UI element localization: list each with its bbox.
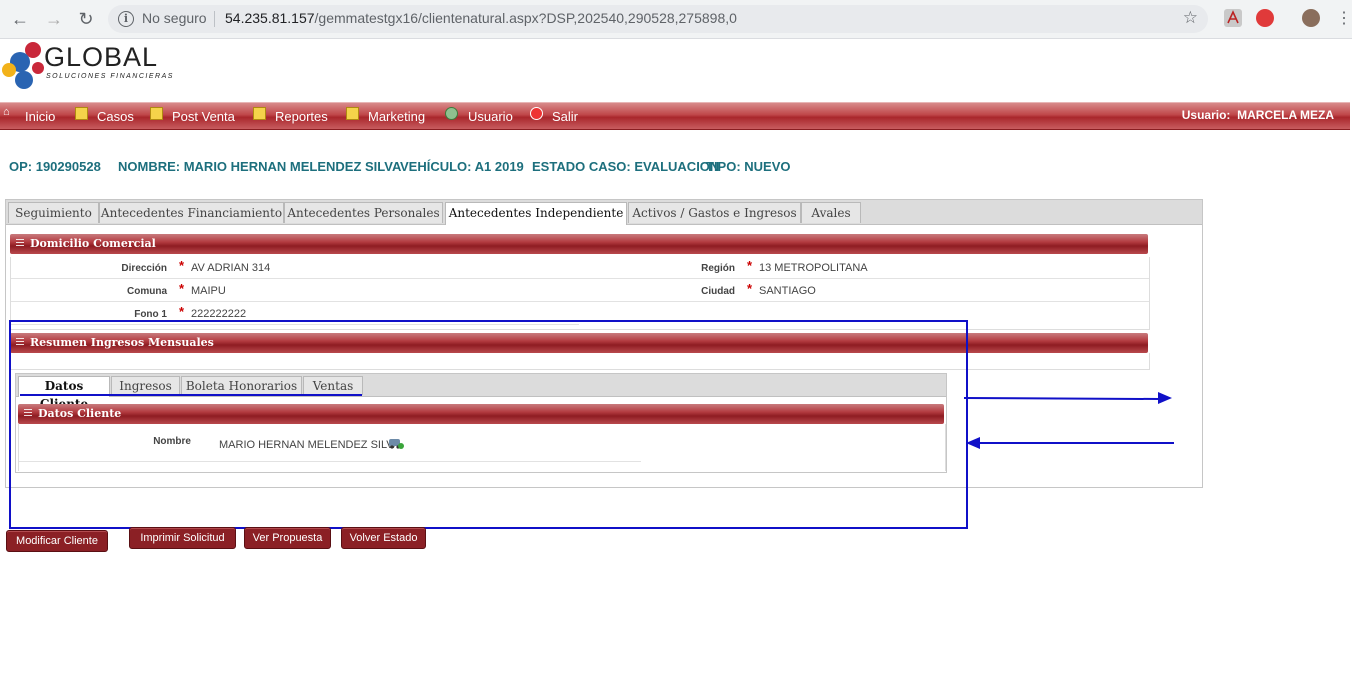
case-estado: ESTADO CASO: EVALUACION xyxy=(532,159,720,174)
required-mark: * xyxy=(179,281,185,296)
logo-mark-icon xyxy=(2,42,44,89)
volver-estado-button[interactable]: Volver Estado xyxy=(341,527,426,549)
folder-icon xyxy=(150,107,163,120)
logo-subtitle: SOLUCIONES FINANCIERAS xyxy=(46,73,174,80)
row-divider xyxy=(11,301,1149,302)
exit-icon xyxy=(530,107,543,120)
tab-antecedentes-independiente[interactable]: Antecedentes Independiente xyxy=(445,202,627,225)
required-mark: * xyxy=(179,258,185,273)
user-name: MARCELA MEZA xyxy=(1237,108,1334,122)
user-prefix: Usuario: xyxy=(1181,108,1231,122)
tab-seguimiento[interactable]: Seguimiento xyxy=(8,202,99,223)
folder-icon xyxy=(253,107,266,120)
menu-item-salir[interactable]: Salir xyxy=(552,109,578,124)
grip-icon xyxy=(16,239,24,248)
fono-value[interactable]: 222222222 xyxy=(191,308,246,320)
region-label: Región xyxy=(701,263,735,274)
direccion-label: Dirección xyxy=(121,263,167,274)
url-separator xyxy=(214,11,215,27)
folder-icon xyxy=(346,107,359,120)
info-icon[interactable]: i xyxy=(118,11,134,27)
case-tipo: TIPO: NUEVO xyxy=(706,159,791,174)
menu-item-usuario[interactable]: Usuario xyxy=(468,109,513,124)
direccion-value[interactable]: AV ADRIAN 314 xyxy=(191,262,270,274)
logo-name: GLOBAL xyxy=(44,42,159,72)
profile-avatar[interactable] xyxy=(1302,9,1320,27)
current-user: Usuario: MARCELA MEZA xyxy=(1182,108,1334,122)
global-logo: GLOBAL SOLUCIONES FINANCIERAS xyxy=(0,40,180,102)
arrowhead-left-icon xyxy=(966,437,980,449)
more-menu-icon[interactable]: ⋮ xyxy=(1332,7,1352,31)
reload-icon[interactable]: ↻ xyxy=(74,7,98,31)
ciudad-label: Ciudad xyxy=(701,286,735,297)
back-arrow-icon[interactable]: ← xyxy=(8,7,32,31)
address-bar[interactable]: i No seguro 54.235.81.157/gemmatestgx16/… xyxy=(108,5,1208,33)
menu-item-inicio[interactable]: Inicio xyxy=(25,109,55,124)
forward-arrow-icon[interactable]: → xyxy=(42,7,66,31)
tab-activos-gastos-ingresos[interactable]: Activos / Gastos e Ingresos xyxy=(628,202,801,223)
case-vehiculo: VEHÍCULO: A1 2019 xyxy=(400,159,524,174)
tab-strip: Seguimiento Antecedentes Financiamiento … xyxy=(6,200,1202,225)
required-mark: * xyxy=(179,304,185,319)
extension-icon[interactable] xyxy=(1256,9,1274,27)
region-value[interactable]: 13 METROPOLITANA xyxy=(759,262,868,274)
section-title: Domicilio Comercial xyxy=(30,237,156,250)
fono-label: Fono 1 xyxy=(134,309,167,320)
ver-propuesta-button[interactable]: Ver Propuesta xyxy=(244,527,331,549)
menu-item-reportes[interactable]: Reportes xyxy=(275,109,328,124)
tab-antecedentes-personales[interactable]: Antecedentes Personales xyxy=(284,202,443,223)
menu-item-casos[interactable]: Casos xyxy=(97,109,134,124)
url-host: 54.235.81.157 xyxy=(225,10,315,26)
ciudad-value[interactable]: SANTIAGO xyxy=(759,285,816,297)
comuna-label: Comuna xyxy=(127,286,167,297)
menu-item-post-venta[interactable]: Post Venta xyxy=(172,109,235,124)
pdf-extension-icon[interactable] xyxy=(1224,9,1242,27)
folder-icon xyxy=(75,107,88,120)
arrowhead-right-icon xyxy=(1158,392,1172,404)
menu-item-marketing[interactable]: Marketing xyxy=(368,109,425,124)
imprimir-solicitud-button[interactable]: Imprimir Solicitud xyxy=(129,527,236,549)
case-op: OP: 190290528 xyxy=(9,159,101,174)
annotation-arrow-left xyxy=(978,442,1174,444)
home-icon: ⌂ xyxy=(3,106,10,118)
url-path: /gemmatestgx16/clientenatural.aspx?DSP,2… xyxy=(314,10,737,26)
modificar-cliente-button[interactable]: Modificar Cliente xyxy=(6,530,108,552)
bookmark-star-icon[interactable]: ☆ xyxy=(1183,8,1198,28)
main-menu: ⌂ Inicio Casos Post Venta Reportes Marke… xyxy=(0,102,1350,130)
annotation-rectangle xyxy=(9,320,968,529)
case-nombre: NOMBRE: MARIO HERNAN MELENDEZ SILVA xyxy=(118,159,402,174)
row-divider xyxy=(11,278,1149,279)
required-mark: * xyxy=(747,281,753,296)
comuna-value[interactable]: MAIPU xyxy=(191,285,226,297)
user-icon xyxy=(445,107,458,120)
tab-antecedentes-financiamiento[interactable]: Antecedentes Financiamiento xyxy=(99,202,284,223)
domicilio-comercial-header: Domicilio Comercial xyxy=(10,234,1148,254)
browser-toolbar: ← → ↻ i No seguro 54.235.81.157/gemmates… xyxy=(0,0,1352,39)
url-text[interactable]: 54.235.81.157/gemmatestgx16/clientenatur… xyxy=(225,10,737,26)
not-secure-label: No seguro xyxy=(142,10,207,26)
required-mark: * xyxy=(747,258,753,273)
tab-avales[interactable]: Avales xyxy=(801,202,861,223)
